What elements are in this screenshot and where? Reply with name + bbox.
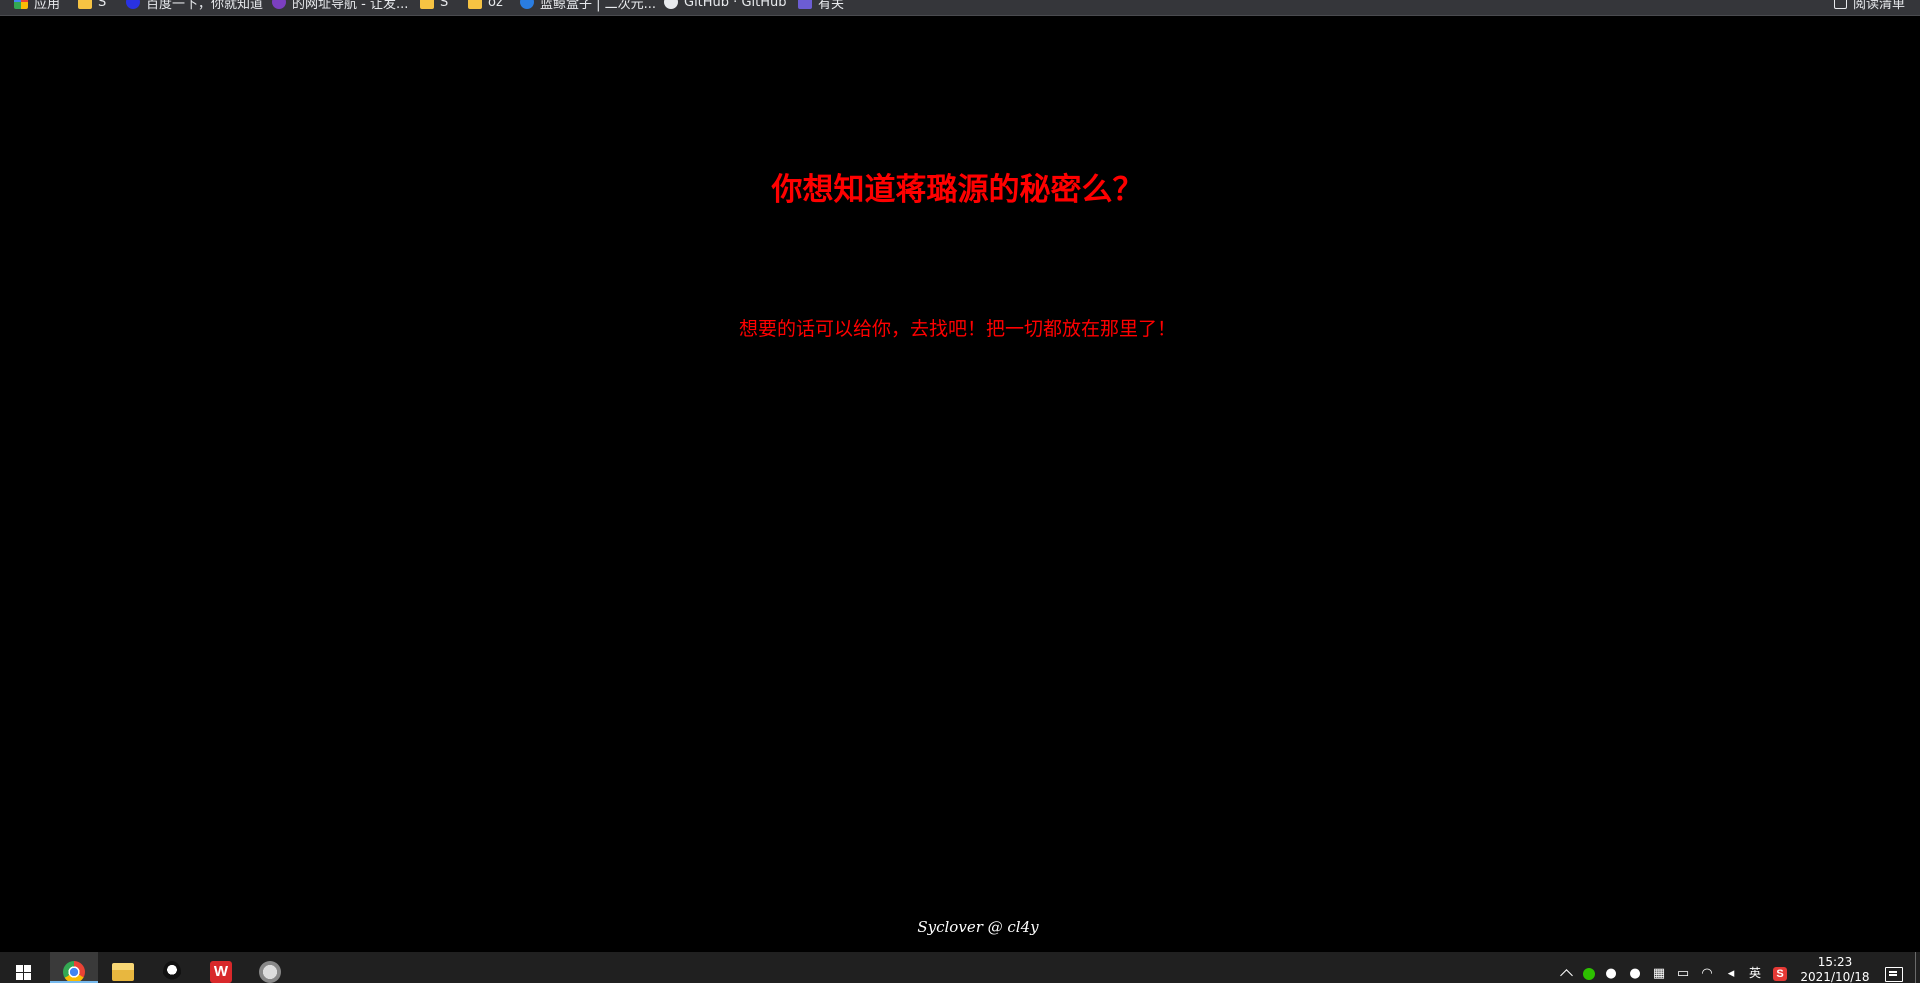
reading-list-label: 阅读清单 (1853, 0, 1906, 12)
taskbar-qq[interactable] (148, 952, 196, 983)
clock-time: 15:23 (1817, 954, 1853, 969)
sogou-input-icon[interactable]: S (1773, 966, 1787, 981)
page-subtitle: 想要的话可以给你，去找吧！把一切都放在那里了！ (738, 318, 1176, 340)
system-tray: ● ● ▦ ▭ ◠ ◂ 英 S 15:23 2021/10/18 (1554, 952, 1920, 983)
bookmark-label: oz (488, 0, 503, 10)
blue-circle-icon (520, 0, 534, 9)
taskbar: W ● ● ▦ ▭ ◠ ◂ 英 S 15:23 2021/10/18 (0, 952, 1920, 983)
page-footer: Syclover @ cl4y (917, 918, 1039, 936)
web-page: 你想知道蒋璐源的秘密么？ 想要的话可以给你，去找吧！把一切都放在那里了！ Syc… (0, 16, 1920, 952)
bookmark-folder-s[interactable]: S (78, 0, 106, 10)
qq-tray-icon-2[interactable]: ● (1627, 966, 1643, 982)
baidu-icon (126, 0, 140, 9)
taskbar-avatar-app[interactable] (246, 952, 294, 983)
folder-icon (420, 0, 434, 9)
clock[interactable]: 15:23 2021/10/18 (1795, 955, 1875, 983)
qq-icon (163, 961, 181, 983)
folder-icon (468, 0, 482, 9)
bookmark-label: 的网址导航 - 让发... (292, 0, 409, 12)
bookmark-apps[interactable]: 应用 (14, 0, 61, 12)
taskbar-chrome[interactable] (50, 952, 98, 983)
taskbar-wps[interactable]: W (197, 952, 245, 983)
taskbar-file-explorer[interactable] (99, 952, 147, 983)
bookmark-baidu[interactable]: 百度一下，你就知道 (126, 0, 264, 12)
bookmark-nav-site[interactable]: 的网址导航 - 让发... (272, 0, 409, 12)
notification-icon[interactable] (1885, 967, 1903, 982)
nav-site-icon (272, 0, 286, 9)
folder-icon (78, 0, 92, 9)
reading-list-icon (1834, 0, 1847, 9)
bookmark-label: 有关 (818, 0, 845, 12)
wps-icon: W (210, 961, 232, 983)
volume-icon[interactable]: ◂ (1723, 966, 1739, 982)
chevron-up-icon[interactable] (1560, 969, 1573, 982)
bookmark-label: S (98, 0, 107, 10)
bookmark-github[interactable]: GitHub · GitHub (664, 0, 787, 10)
bookmark-label: 蓝鲸盒子 | 二次元... (540, 0, 657, 12)
reading-list[interactable]: 阅读清单 (1834, 0, 1906, 12)
grid-app-icon[interactable]: ▦ (1651, 966, 1667, 982)
qq-tray-icon[interactable]: ● (1603, 966, 1619, 982)
page-title: 你想知道蒋璐源的秘密么？ (771, 172, 1144, 208)
bookmark-bluewhale[interactable]: 蓝鲸盒子 | 二次元... (520, 0, 657, 12)
file-explorer-icon (112, 963, 134, 981)
start-button[interactable] (0, 952, 47, 983)
bookmark-label: 百度一下，你就知道 (146, 0, 264, 12)
bookmark-other[interactable]: 有关 (798, 0, 845, 12)
bookmark-label: GitHub · GitHub (684, 0, 787, 10)
screen: 应用 S 百度一下，你就知道 的网址导航 - 让发... S oz 蓝鲸盒子 |… (0, 0, 1920, 983)
apps-icon (14, 0, 28, 9)
wechat-icon[interactable] (1582, 967, 1595, 980)
bookmarks-bar: 应用 S 百度一下，你就知道 的网址导航 - 让发... S oz 蓝鲸盒子 |… (0, 0, 1920, 16)
chrome-icon (63, 961, 85, 983)
bookmark-label: S (440, 0, 449, 10)
windows-icon (16, 965, 31, 980)
bookmark-folder-oz[interactable]: oz (468, 0, 503, 10)
show-desktop-button[interactable] (1915, 952, 1920, 983)
bookmark-folder-s2[interactable]: S (420, 0, 448, 10)
wifi-icon[interactable]: ◠ (1699, 966, 1715, 982)
battery-icon[interactable]: ▭ (1675, 966, 1691, 982)
clock-date: 2021/10/18 (1800, 969, 1870, 983)
input-language[interactable]: 英 (1749, 964, 1761, 981)
github-icon (664, 0, 678, 9)
bookmark-label: 应用 (34, 0, 61, 12)
bookmark-icon (798, 0, 812, 9)
avatar-app-icon (259, 961, 281, 983)
